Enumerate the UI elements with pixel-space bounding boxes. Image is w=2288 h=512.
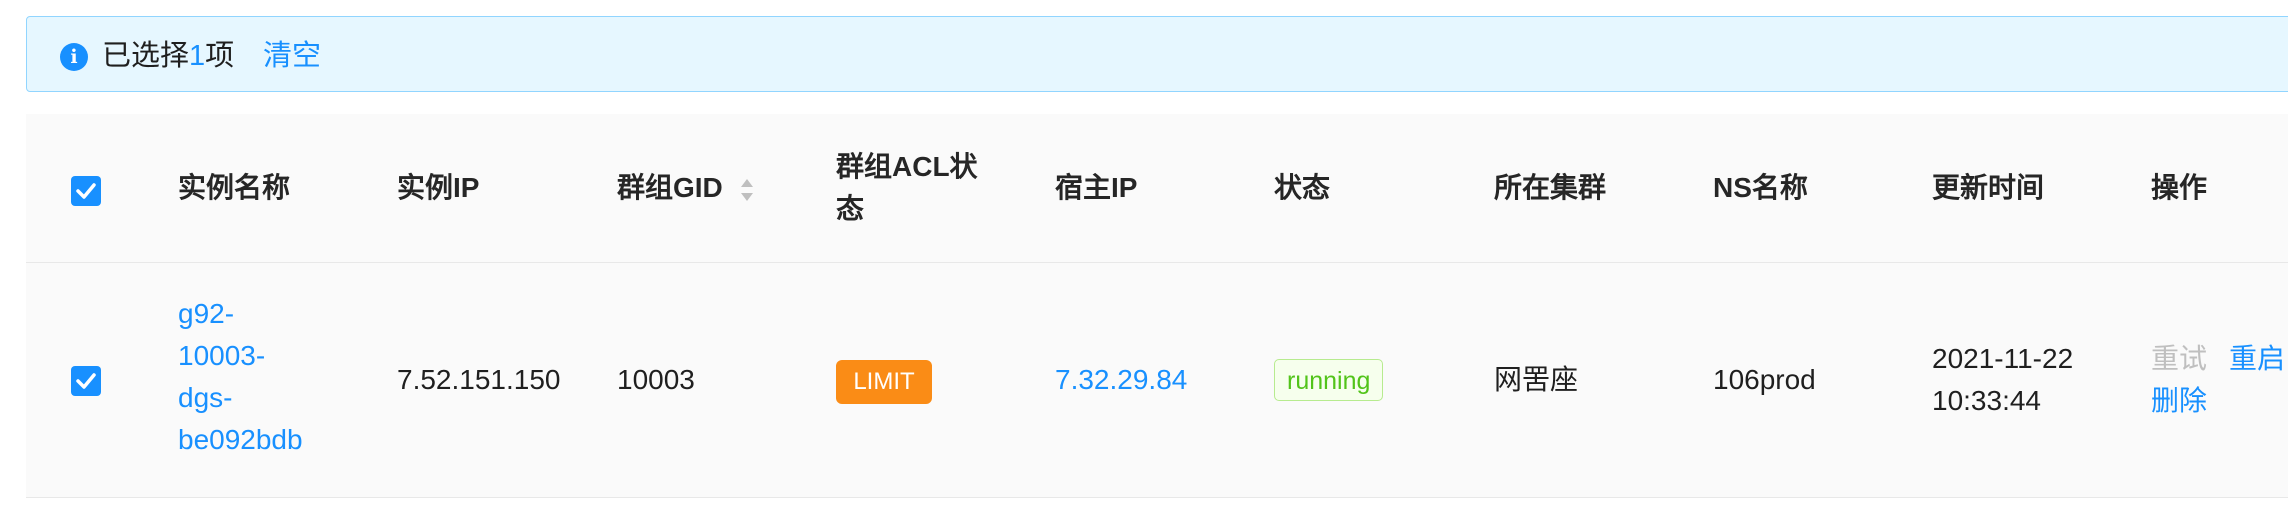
col-header-acl-status: 群组ACL状 态 (836, 151, 978, 224)
group-gid: 10003 (617, 364, 695, 395)
col-header-actions: 操作 (2151, 172, 2208, 203)
delete-action[interactable]: 删除 (2151, 380, 2207, 422)
instance-name-line: 10003- (178, 340, 266, 371)
col-header-name: 实例名称 (178, 172, 291, 203)
status-badge: running (1274, 359, 1384, 401)
retry-action[interactable]: 重试 (2151, 338, 2207, 380)
col-header-status: 状态 (1274, 172, 1331, 203)
table-header: 实例名称 实例IP 群组GID 群组ACL状 态 宿主IP 状态 所在集群 NS… (26, 114, 2288, 263)
acl-status-badge: LIMIT (836, 360, 932, 404)
ns-name: 106prod (1713, 364, 1816, 395)
instance-name-line: g92- (178, 298, 235, 329)
updated-time: 2021-11-22 10:33:44 (1932, 338, 2073, 422)
host-ip-link[interactable]: 7.32.29.84 (1055, 359, 1187, 401)
col-header-ip: 实例IP (397, 172, 480, 203)
updated-date: 2021-11-22 (1932, 343, 2074, 374)
selection-alert: i 已选择1项 清空 (26, 16, 2288, 92)
col-header-host-ip: 宿主IP (1055, 172, 1138, 203)
cluster-name: 网罟座 (1494, 364, 1579, 395)
clear-selection-link[interactable]: 清空 (263, 38, 321, 74)
selection-count: 1 (189, 40, 206, 72)
instance-name-line: be092bdb (178, 424, 303, 455)
restart-action[interactable]: 重启 (2229, 338, 2285, 380)
col-header-ns: NS名称 (1713, 172, 1808, 203)
instance-ip: 7.52.151.150 (397, 364, 561, 395)
select-all-checkbox[interactable] (71, 176, 101, 206)
table-row: g92- 10003- dgs- be092bdb 7.52.151.150 1… (26, 263, 2288, 498)
info-icon: i (60, 43, 88, 71)
col-header-updated: 更新时间 (1932, 172, 2045, 203)
instance-name-line: dgs- (178, 382, 233, 413)
selection-prefix: 已选择 (102, 40, 190, 72)
col-header-gid[interactable]: 群组GID (617, 167, 723, 209)
check-icon (76, 373, 96, 389)
updated-clock: 10:33:44 (1932, 385, 2041, 416)
selection-suffix: 项 (205, 40, 235, 72)
selection-text: 已选择1项 (102, 38, 234, 74)
instance-table: 实例名称 实例IP 群组GID 群组ACL状 态 宿主IP 状态 所在集群 NS… (26, 114, 2288, 498)
instance-name-link[interactable]: g92- 10003- dgs- be092bdb (178, 293, 303, 461)
sort-icon[interactable] (739, 177, 755, 203)
col-header-cluster: 所在集群 (1494, 172, 1607, 203)
row-checkbox[interactable] (71, 366, 101, 396)
check-icon (76, 183, 96, 199)
